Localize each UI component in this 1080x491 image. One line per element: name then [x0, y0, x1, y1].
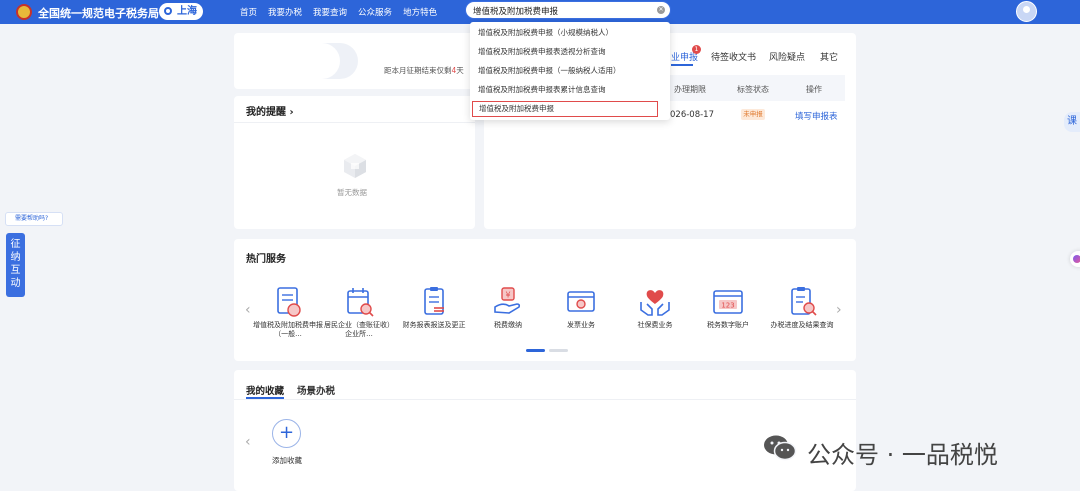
service-label: 财务报表报送及更正 — [402, 321, 466, 329]
suggestion-item-highlighted[interactable]: 增值税及附加税费申报 — [472, 101, 658, 117]
divider — [234, 399, 856, 400]
progress-query-icon — [791, 287, 817, 316]
interaction-tab[interactable]: 征纳互动 — [6, 233, 25, 297]
chevron-right-icon: › — [289, 107, 294, 118]
nav-item-tax-handling[interactable]: 我要办税 — [268, 6, 302, 18]
search-suggestions-dropdown: 增值税及附加税费申报（小规模纳税人） 增值税及附加税费申报表透视分析查询 增值税… — [470, 22, 670, 120]
right-side-tab[interactable]: 课 — [1064, 112, 1080, 132]
nav-item-query[interactable]: 我要查询 — [313, 6, 347, 18]
tab-scenario-tax[interactable]: 场景办税 — [297, 383, 335, 397]
svg-text:¥: ¥ — [505, 291, 510, 300]
carousel-next-icon[interactable]: › — [836, 302, 842, 318]
service-digital-account[interactable]: 123 税务数字账户 — [697, 285, 759, 329]
top-bar: 全国统一规范电子税务局 上海 首页 我要办税 我要查询 公众服务 地方特色 增值… — [0, 0, 1080, 24]
favorites-prev-icon[interactable]: ‹ — [245, 434, 251, 450]
service-financial-report[interactable]: 财务报表报送及更正 — [403, 285, 466, 329]
svg-text:123: 123 — [721, 302, 734, 310]
service-invoice[interactable]: 发票业务 — [550, 285, 612, 329]
wechat-logo-icon — [764, 435, 797, 461]
tab-other[interactable]: 其它 — [820, 50, 838, 63]
interaction-tab-label: 征纳互动 — [10, 239, 21, 289]
suggestion-item[interactable]: 增值税及附加税费申报表累计信息查询 — [470, 82, 670, 98]
tax-bureau-emblem-icon — [16, 4, 32, 20]
region-label: 上海 — [177, 6, 197, 17]
service-label: 发票业务 — [567, 321, 595, 329]
filing-deadline-countdown: 距本月征期结束仅剩4天 — [384, 66, 464, 75]
nav-item-public-service[interactable]: 公众服务 — [358, 6, 392, 18]
suggestion-item[interactable]: 增值税及附加税费申报表透视分析查询 — [470, 44, 670, 60]
calendar-search-icon — [347, 288, 374, 317]
report-edit-icon — [424, 287, 444, 315]
service-label: 居民企业（查账征收）企业所... — [324, 321, 394, 338]
notification-badge: 1 — [692, 45, 701, 54]
service-label: 增值税及附加税费申报（一般... — [253, 321, 323, 338]
service-label: 社保费业务 — [637, 321, 673, 329]
nav-item-home[interactable]: 首页 — [240, 6, 257, 18]
carousel-dot[interactable] — [549, 349, 568, 352]
carousel-dot-active[interactable] — [526, 349, 545, 352]
fill-return-link[interactable]: 填写申报表 — [795, 110, 838, 122]
column-action: 操作 — [806, 85, 822, 94]
active-tab-indicator — [671, 64, 693, 66]
carousel-prev-icon[interactable]: ‹ — [245, 302, 251, 318]
tab-risk-points[interactable]: 风险疑点 — [769, 50, 805, 63]
tax-form-icon — [277, 287, 301, 317]
tax-payment-icon: ¥ — [494, 287, 521, 314]
add-favorite-button[interactable]: + — [272, 419, 301, 448]
suggestion-item[interactable]: 增值税及附加税费申报（小规模纳税人） — [470, 25, 670, 41]
search-input-value: 增值税及附加税费申报 — [473, 7, 559, 17]
column-deadline: 办理期限 — [674, 85, 706, 94]
site-title[interactable]: 全国统一规范电子税务局 — [38, 5, 159, 21]
divider — [234, 122, 475, 123]
service-label: 办税进度及结果查询 — [770, 321, 834, 329]
service-tax-payment[interactable]: ¥ 税费缴纳 — [477, 285, 539, 329]
add-favorite-label: 添加收藏 — [272, 456, 302, 465]
invoice-icon — [567, 291, 595, 312]
watermark-text: 公众号 · 一品税悦 — [807, 441, 998, 469]
reminders-title[interactable]: 我的提醒 › — [246, 103, 294, 118]
clear-search-icon[interactable]: ✕ — [657, 6, 665, 14]
tab-documents-to-sign[interactable]: 待签收文书 — [711, 50, 756, 63]
digital-account-icon: 123 — [713, 290, 743, 314]
service-label: 税务数字账户 — [707, 321, 749, 329]
task-deadline-cell: 026-08-17 — [670, 110, 714, 120]
tab-my-favorites[interactable]: 我的收藏 — [246, 383, 284, 397]
service-enterprise-income-tax[interactable]: 居民企业（查账征收）企业所... — [324, 285, 394, 338]
empty-box-icon — [344, 154, 366, 178]
assistant-ball-icon[interactable] — [1070, 251, 1080, 267]
taxpayer-info-redacted — [254, 43, 358, 79]
suggestion-item[interactable]: 增值税及附加税费申报（一般纳税人适用） — [470, 63, 670, 79]
nav-item-local-features[interactable]: 地方特色 — [403, 6, 437, 18]
hot-services-title: 热门服务 — [246, 254, 286, 265]
column-status: 标签状态 — [737, 85, 769, 94]
service-progress-query[interactable]: 办税进度及结果查询 — [771, 285, 834, 329]
main-nav: 首页 我要办税 我要查询 公众服务 地方特色 — [240, 6, 437, 18]
user-avatar[interactable] — [1016, 1, 1037, 22]
region-selector-button[interactable]: 上海 — [159, 3, 203, 20]
help-bubble[interactable]: 需要帮助吗? — [5, 212, 63, 226]
empty-state-text: 暂无数据 — [337, 188, 367, 197]
watermark: 公众号 · 一品税悦 — [763, 432, 1053, 469]
service-social-insurance[interactable]: 社保费业务 — [624, 285, 686, 329]
status-badge: 未申报 — [741, 109, 765, 120]
service-label: 税费缴纳 — [494, 321, 522, 329]
social-insurance-icon — [640, 290, 670, 316]
location-pin-icon — [164, 7, 172, 15]
search-input[interactable]: 增值税及附加税费申报 ✕ — [465, 1, 671, 19]
service-vat-filing[interactable]: 增值税及附加税费申报（一般... — [253, 285, 323, 338]
